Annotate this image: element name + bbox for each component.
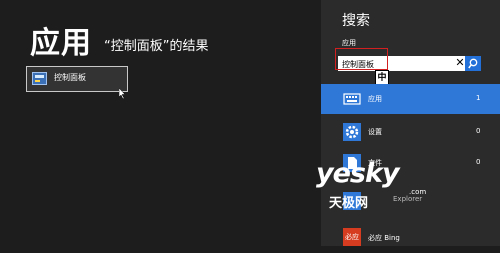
category-label: 应用 <box>368 95 382 103</box>
category-settings[interactable]: 设置 0 <box>321 117 500 147</box>
document-icon <box>343 154 361 172</box>
category-bing[interactable]: 必应 必应 Bing <box>321 223 500 253</box>
category-label: 必应 Bing <box>368 234 400 242</box>
results-area: 应用 “控制面板”的结果 控制面板 <box>0 0 321 246</box>
keyboard-icon <box>343 93 361 105</box>
search-box[interactable]: 控制面板 ✕ <box>335 48 481 71</box>
category-label: 文件 <box>368 159 382 167</box>
search-pane: 搜索 应用 控制面板 ✕ 中 应用 1 设置 0 文件 0 Explorer 必… <box>321 0 500 246</box>
category-count: 1 <box>476 94 481 102</box>
result-label: 控制面板 <box>54 73 86 82</box>
results-subtitle: “控制面板”的结果 <box>104 39 209 54</box>
result-tile-control-panel[interactable]: 控制面板 <box>26 66 128 92</box>
category-count: 0 <box>476 127 481 135</box>
annotation-highlight-box <box>335 48 388 70</box>
search-scope-label: 应用 <box>342 39 356 47</box>
category-ie[interactable]: Explorer <box>321 186 500 216</box>
gear-icon <box>343 123 361 141</box>
bing-icon: 必应 <box>343 228 361 246</box>
search-button[interactable] <box>465 56 481 71</box>
page-title: 应用 <box>30 26 92 61</box>
close-icon: ✕ <box>455 56 465 69</box>
category-label: 设置 <box>368 128 382 136</box>
search-icon <box>468 58 478 69</box>
category-files[interactable]: 文件 0 <box>321 148 500 178</box>
control-panel-icon <box>32 72 47 85</box>
category-count: 0 <box>476 158 481 166</box>
category-label: Explorer <box>393 195 423 203</box>
category-apps[interactable]: 应用 1 <box>321 84 500 114</box>
ie-icon <box>343 192 361 210</box>
search-title: 搜索 <box>342 13 370 29</box>
